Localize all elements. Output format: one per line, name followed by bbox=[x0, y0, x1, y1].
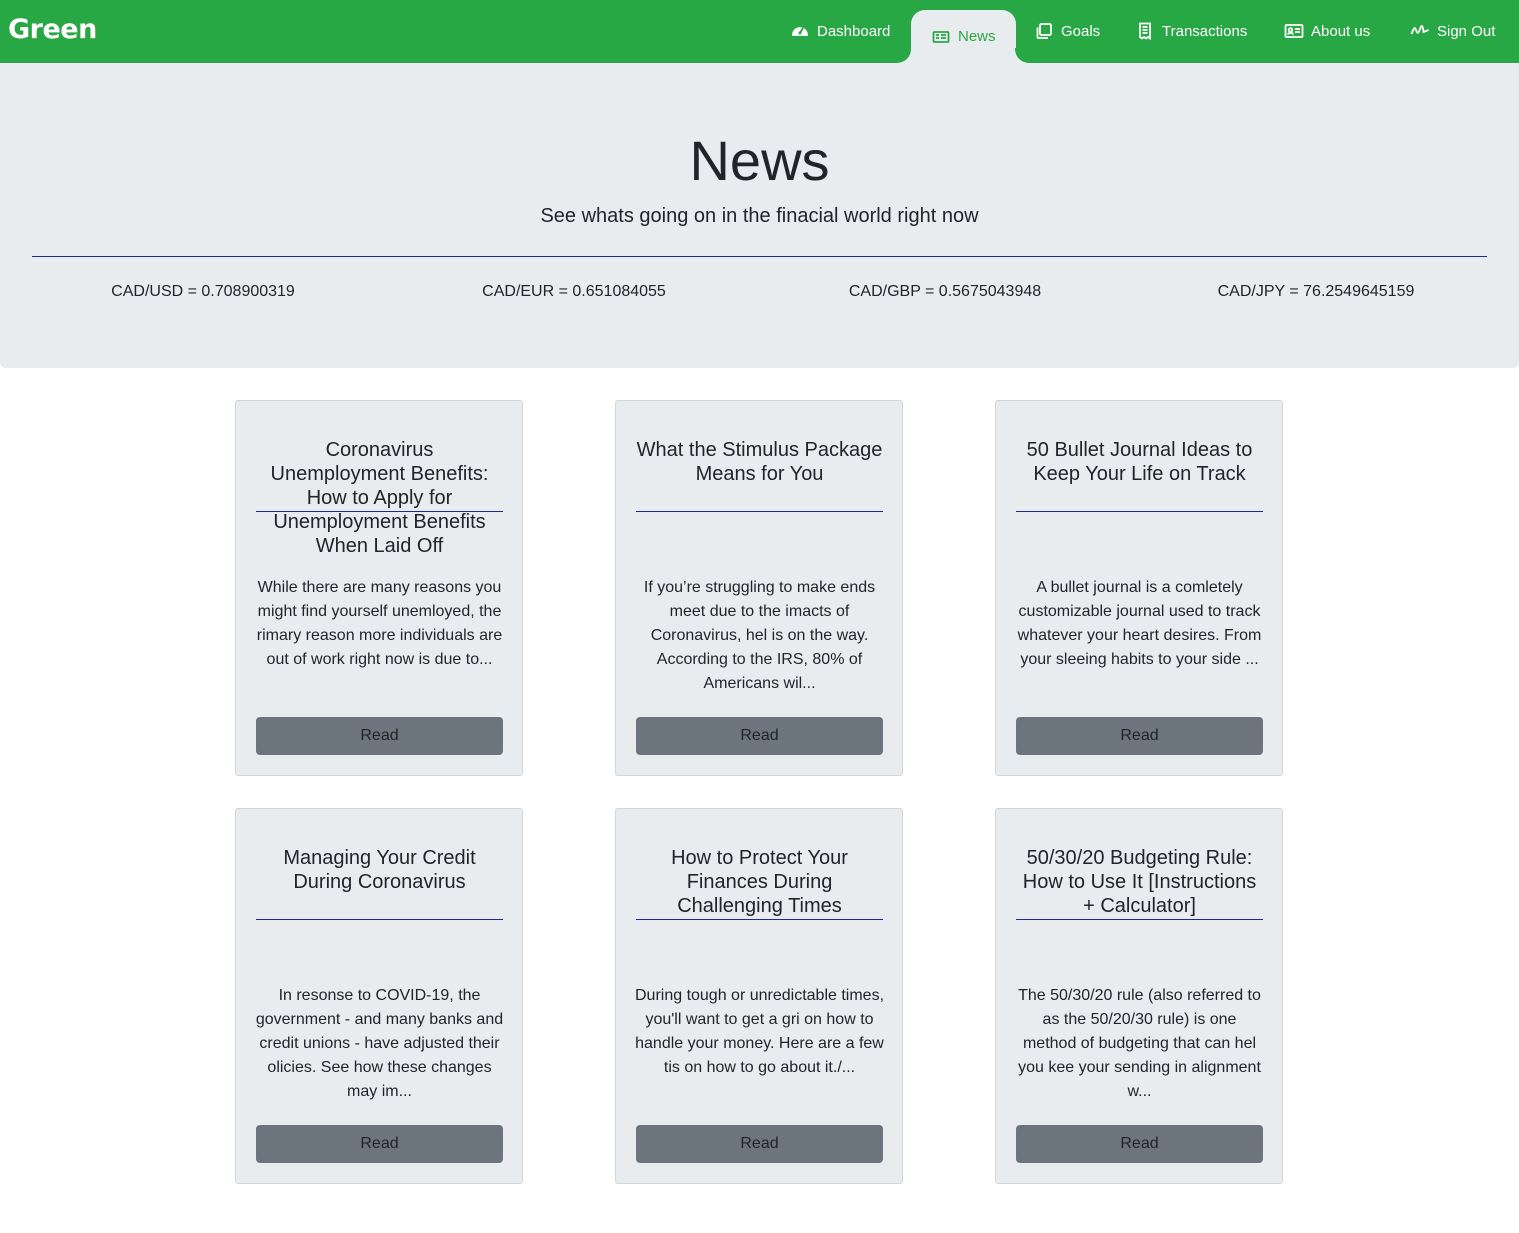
article-title: What the Stimulus Package Means for You bbox=[636, 439, 883, 485]
brand-logo[interactable]: Green bbox=[8, 14, 97, 45]
article-divider bbox=[636, 511, 883, 512]
signature-icon bbox=[1410, 21, 1430, 41]
receipt-icon bbox=[1135, 21, 1155, 41]
nav-label-transactions: Transactions bbox=[1162, 22, 1248, 40]
nav-label-news: News bbox=[958, 28, 996, 45]
article-card: How to Protect Your Finances During Chal… bbox=[615, 808, 903, 1184]
nav-item-about[interactable]: About us bbox=[1284, 10, 1370, 52]
nav-item-sign-out[interactable]: Sign Out bbox=[1410, 10, 1495, 52]
read-button[interactable]: Read bbox=[256, 1125, 503, 1163]
tab-corner-right bbox=[1015, 48, 1029, 63]
article-divider bbox=[1016, 919, 1263, 920]
rate-cad-jpy: CAD/JPY = 76.2549645159 bbox=[1217, 283, 1415, 300]
header-divider bbox=[32, 256, 1487, 257]
read-button[interactable]: Read bbox=[1016, 1125, 1263, 1163]
article-card: Coronavirus Unemployment Benefits: How t… bbox=[235, 400, 523, 776]
article-card: 50 Bullet Journal Ideas to Keep Your Lif… bbox=[995, 400, 1283, 776]
article-summary: During tough or unredictable times, you'… bbox=[634, 987, 885, 1076]
rate-cad-usd: CAD/USD = 0.708900319 bbox=[111, 283, 295, 300]
article-summary: If you’re struggling to make ends meet d… bbox=[643, 579, 876, 692]
goals-copy-icon bbox=[1034, 21, 1054, 41]
top-navbar: Green Dashboard News Goals Transactions … bbox=[0, 0, 1519, 63]
article-card: What the Stimulus Package Means for You … bbox=[615, 400, 903, 776]
article-title: 50/30/20 Budgeting Rule: How to Use It [… bbox=[1022, 847, 1257, 917]
article-title: 50 Bullet Journal Ideas to Keep Your Lif… bbox=[1026, 439, 1253, 485]
nav-item-news[interactable]: News bbox=[911, 10, 1016, 63]
article-divider bbox=[256, 511, 503, 512]
article-divider bbox=[1016, 511, 1263, 512]
news-header-section: News See whats going on in the finacial … bbox=[0, 63, 1519, 368]
read-button[interactable]: Read bbox=[256, 717, 503, 755]
nav-item-dashboard[interactable]: Dashboard bbox=[790, 10, 890, 52]
article-divider bbox=[636, 919, 883, 920]
article-divider bbox=[256, 919, 503, 920]
nav-label-dashboard: Dashboard bbox=[817, 22, 891, 40]
read-button[interactable]: Read bbox=[636, 1125, 883, 1163]
article-title: How to Protect Your Finances During Chal… bbox=[671, 847, 848, 917]
article-summary: The 50/30/20 rule (also referred to as t… bbox=[1018, 987, 1261, 1100]
page-subtitle: See whats going on in the finacial world… bbox=[540, 205, 979, 227]
nav-label-goals: Goals bbox=[1061, 22, 1101, 40]
article-card: 50/30/20 Budgeting Rule: How to Use It [… bbox=[995, 808, 1283, 1184]
article-summary: A bullet journal is a comletely customiz… bbox=[1017, 579, 1262, 668]
article-title: Coronavirus Unemployment Benefits: How t… bbox=[270, 439, 489, 557]
article-summary: While there are many reasons you might f… bbox=[256, 579, 503, 668]
page-title: News bbox=[689, 129, 830, 192]
rate-cad-eur: CAD/EUR = 0.651084055 bbox=[482, 283, 666, 300]
nav-item-goals[interactable]: Goals bbox=[1034, 10, 1100, 52]
rate-cad-gbp: CAD/GBP = 0.5675043948 bbox=[848, 283, 1042, 300]
nav-item-transactions[interactable]: Transactions bbox=[1135, 10, 1247, 52]
nav-label-about: About us bbox=[1311, 22, 1371, 40]
contact-card-icon bbox=[1284, 21, 1304, 41]
nav-label-sign-out: Sign Out bbox=[1437, 22, 1496, 40]
read-button[interactable]: Read bbox=[636, 717, 883, 755]
article-card: Managing Your Credit During Coronavirus … bbox=[235, 808, 523, 1184]
dashboard-gauge-icon bbox=[790, 21, 810, 41]
article-summary: In resonse to COVID-19, the government -… bbox=[255, 987, 504, 1100]
read-button[interactable]: Read bbox=[1016, 717, 1263, 755]
tab-corner-left bbox=[897, 48, 911, 63]
article-title: Managing Your Credit During Coronavirus bbox=[283, 847, 476, 893]
newspaper-icon bbox=[931, 27, 951, 47]
